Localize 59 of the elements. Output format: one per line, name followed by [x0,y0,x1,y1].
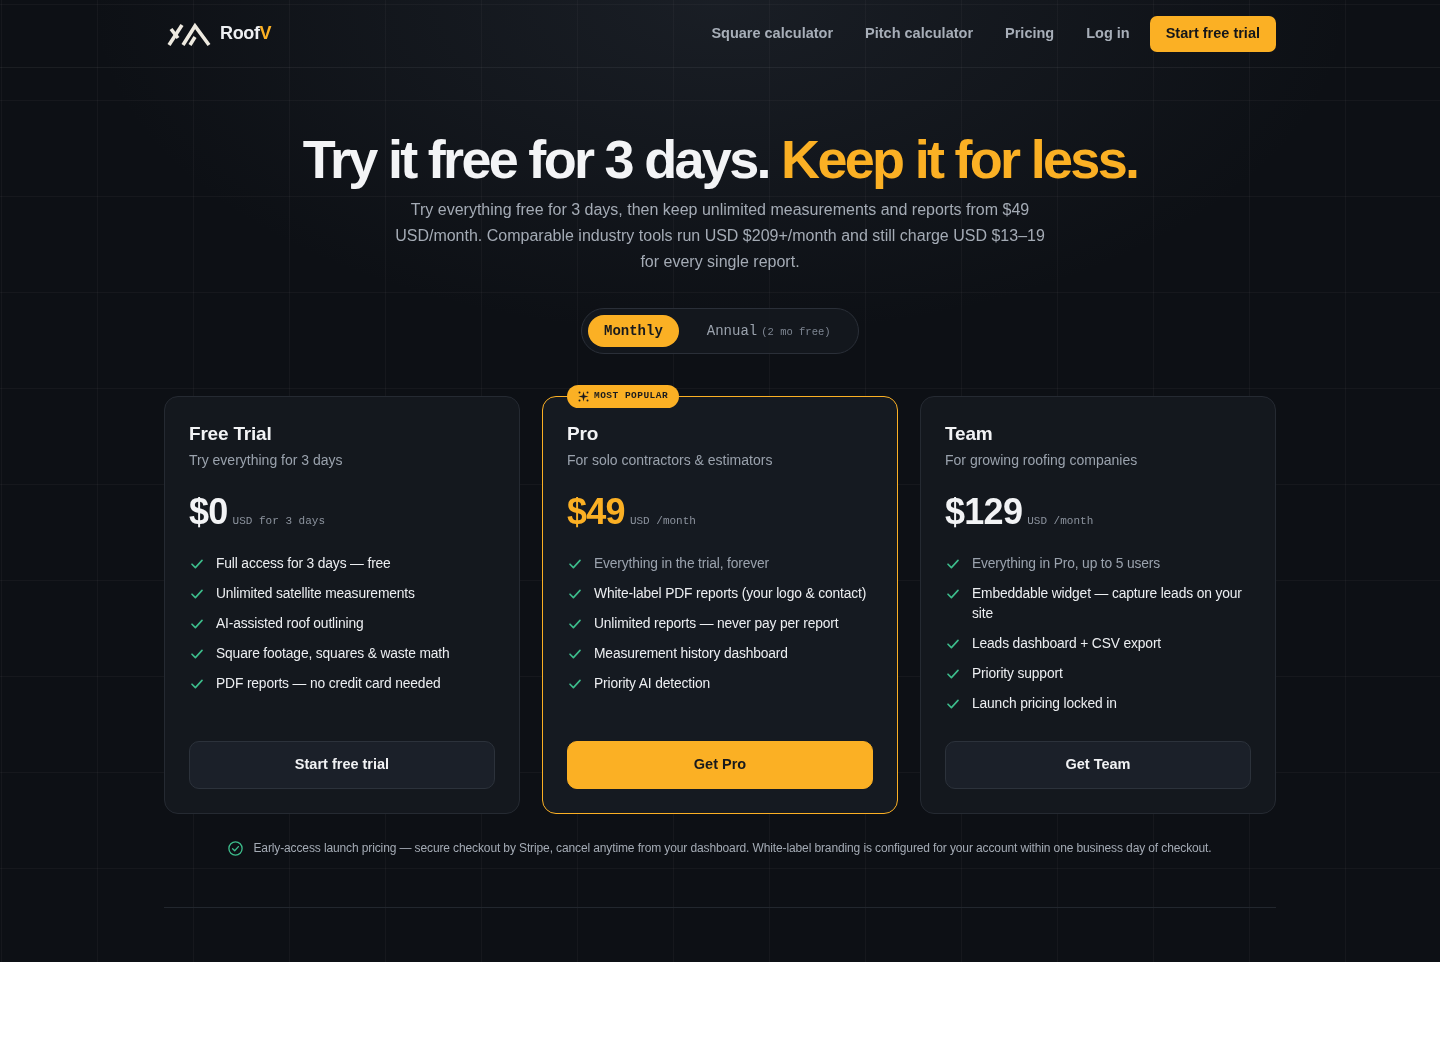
hero-subtitle: Try everything free for 3 days, then keep unlimited measurements and reports from $49 USD/month. Comparable industry tools run USD $209+/month and still charge USD $13–19 for every single report. [394,200,1046,272]
feature-text: Everything in the trial, forever [594,555,770,573]
feature-text: White-label PDF reports (your logo & contact) [594,585,867,603]
feature-text: Full access for 3 days — free [216,555,391,573]
plan-price: $129 [945,492,1023,532]
check-icon [569,559,581,569]
plan-price: $0 [189,492,228,532]
check-icon [191,679,203,689]
check-icon [569,619,581,629]
feature-text: Unlimited reports — never pay per report [594,615,839,633]
feature-text: Measurement history dashboard [594,645,788,663]
nav-link[interactable]: Log in [1086,22,1130,45]
check-icon [569,589,581,599]
feature-text: Unlimited satellite measurements [216,585,415,603]
feature-text: Launch pricing locked in [972,695,1117,713]
price-note: USD /month [1027,514,1094,529]
plan-name: Team [945,422,994,446]
feature-text: Leads dashboard + CSV export [972,635,1162,653]
check-circle-icon [228,840,244,856]
start-trial-button[interactable]: Start free trial [1149,15,1276,52]
plan-name: Free Trial [189,422,273,446]
footnote-text: Early-access launch pricing — secure checkout by Stripe, cancel anytime from your dashboard. White-label branding is configured for your account within one business day of checkout. [253,840,1212,857]
check-icon [947,669,959,679]
brand-name[interactable]: RoofV [220,20,272,47]
plan-name: Pro [567,422,600,446]
plan-description: For solo contractors & estimators [567,451,774,469]
check-icon [947,699,959,709]
feature-text: Priority AI detection [594,675,710,693]
check-icon [191,589,203,599]
plan-description: For growing roofing companies [945,451,1139,469]
check-icon [947,639,959,649]
check-icon [191,559,203,569]
price-note: USD /month [629,514,696,529]
plan-button[interactable]: Start free trial [189,741,495,789]
logo-icon [166,20,212,47]
feature-text: Embeddable widget — capture leads on your site [972,585,1243,623]
feature-text: Priority support [972,665,1063,683]
feature-text: Everything in Pro, up to 5 users [972,555,1161,573]
check-icon [191,619,203,629]
nav-link[interactable]: Pricing [1005,22,1055,45]
billing-option[interactable]: Monthly [588,315,679,347]
plan-button[interactable]: Get Pro [567,741,873,789]
check-icon [191,649,203,659]
check-icon [569,679,581,689]
nav-link[interactable]: Square calculator [711,22,834,45]
feature-text: AI-assisted roof outlining [216,615,364,633]
nav-link[interactable]: Pitch calculator [865,22,974,45]
sparkle-icon [578,391,589,402]
badge-label: MOST POPULAR [594,389,669,404]
price-note: USD for 3 days [232,514,326,529]
feature-text: Square footage, squares & waste math [216,645,450,663]
check-icon [947,589,959,599]
check-icon [569,649,581,659]
feature-text: PDF reports — no credit card needed [216,675,441,693]
plan-button[interactable]: Get Team [945,741,1251,789]
plan-price: $49 [567,492,625,532]
plan-description: Try everything for 3 days [189,451,344,469]
billing-option[interactable]: Annual (2 mo free) [690,315,847,347]
check-icon [947,559,959,569]
